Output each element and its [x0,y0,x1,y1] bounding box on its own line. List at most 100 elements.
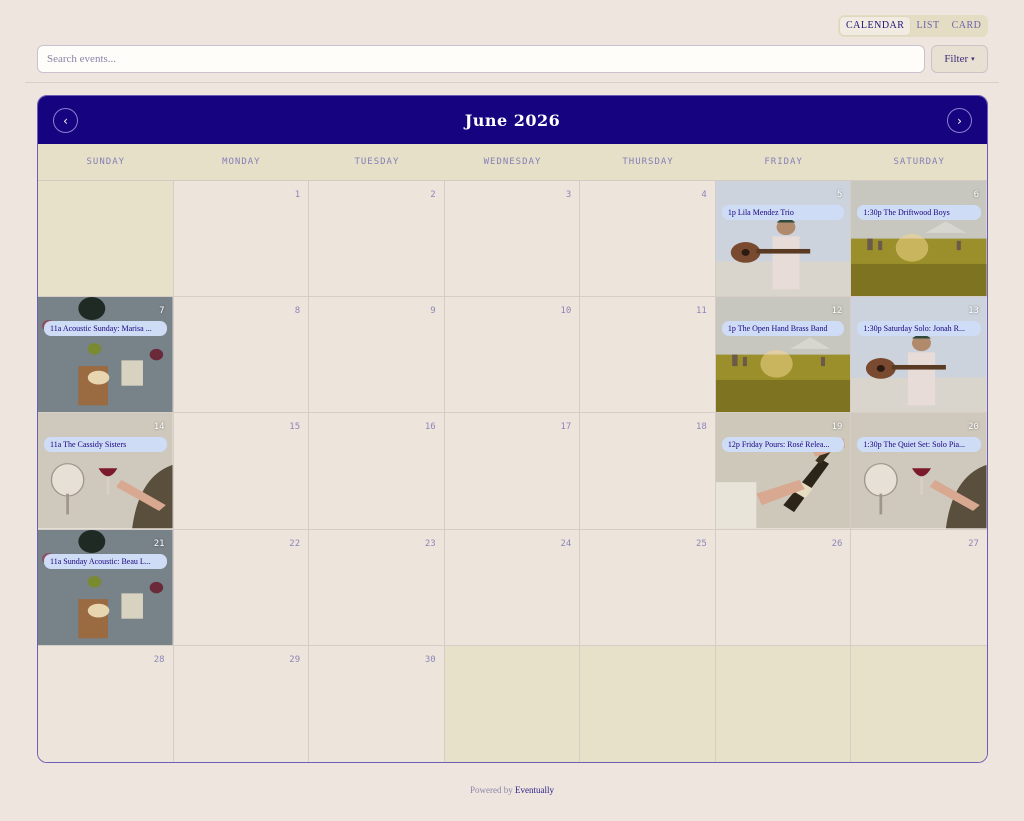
next-month-button[interactable]: › [947,108,972,133]
event-pill[interactable]: 1p Lila Mendez Trio [721,205,845,220]
calendar-day-cell[interactable]: 19 12p Friday Pours: Rosé Relea... [715,413,852,530]
calendar-day-cell[interactable]: 24 [444,529,581,646]
calendar-day-cell[interactable]: 30 [309,645,445,762]
view-toggle-card[interactable]: CARD [946,17,988,35]
day-number: 9 [430,306,436,317]
event-photo [851,297,987,413]
calendar-day-cell[interactable]: 4 [580,181,716,298]
calendar-day-cell[interactable]: 22 [173,529,310,646]
day-number: 13 [968,306,979,317]
calendar-day-cell[interactable]: 7 11a Acoustic Sunday: Marisa ... [38,297,174,414]
calendar-day-cell[interactable]: 9 [309,297,445,414]
day-number: 2 [430,190,436,200]
event-pill[interactable]: 11a Acoustic Sunday: Marisa ... [44,321,167,337]
footer-prefix: Powered by [470,785,513,795]
calendar-day-cell[interactable]: 17 [444,413,581,530]
day-number: 16 [424,422,436,433]
view-toggle-calendar[interactable]: CALENDAR [840,17,911,35]
event-pill[interactable]: 1:30p Saturday Solo: Jonah R... [857,321,981,337]
event-photo [715,413,851,529]
calendar: ‹ June 2026 › SUNDAY MONDAY TUESDAY WEDNESD… [37,95,988,763]
weekday-label: WEDNESDAY [483,157,542,167]
footer: Powered by Eventually [0,785,1024,795]
event-photo [851,413,987,529]
calendar-day-cell[interactable]: 26 [715,529,852,646]
calendar-day-cell[interactable]: 5 1p Lila Mendez Trio [715,181,852,298]
calendar-empty-cell [851,645,987,762]
day-number: 8 [294,306,301,317]
calendar-day-cell[interactable]: 2 [309,181,445,298]
day-number: 5 [837,190,843,200]
footer-brand-link[interactable]: Eventually [515,785,554,795]
calendar-day-cell[interactable]: 25 [580,529,716,646]
filter-label: Filter [944,53,969,65]
event-pill[interactable]: 11a The Cassidy Sisters [44,437,167,453]
day-number: 12 [831,306,843,317]
calendar-day-cell[interactable]: 10 [444,297,581,414]
calendar-day-cell[interactable]: 12 1p The Open Hand Brass Band [715,297,852,414]
calendar-grid: 1 2 3 4 5 1p Lila Mendez Trio 6 1:30p The Drift… [38,181,987,762]
event-photo [38,413,173,529]
calendar-day-cell[interactable]: 27 [851,529,987,646]
calendar-day-cell[interactable]: 14 11a The Cassidy Sisters [38,413,174,530]
day-number: 28 [153,654,165,665]
event-pill[interactable]: 1p The Open Hand Brass Band [721,321,845,337]
weekday-label: SATURDAY [893,157,945,167]
divider [25,82,999,83]
calendar-day-cell[interactable]: 3 [444,181,581,298]
event-pill[interactable]: 1:30p The Quiet Set: Solo Pia... [857,437,981,453]
day-number: 20 [968,422,979,433]
chevron-down-icon: ▾ [971,55,975,63]
day-number: 27 [968,538,979,549]
calendar-day-cell[interactable]: 6 1:30p The Driftwood Boys [851,181,987,298]
event-pill[interactable]: 12p Friday Pours: Rosé Relea... [721,437,845,453]
event-photo [715,297,851,413]
calendar-day-cell[interactable]: 21 11a Sunday Acoustic: Beau L... [38,529,174,646]
view-toggle-list[interactable]: LIST [910,17,945,35]
calendar-day-cell[interactable]: 29 [173,645,310,762]
weekday-label: SUNDAY [86,157,126,167]
calendar-day-cell[interactable]: 20 1:30p The Quiet Set: Solo Pia... [851,413,987,530]
calendar-day-cell[interactable]: 28 [38,645,174,762]
calendar-day-cell[interactable]: 13 1:30p Saturday Solo: Jonah R... [851,297,987,414]
event-pill[interactable]: 1:30p The Driftwood Boys [857,205,981,220]
day-number: 24 [560,538,572,549]
calendar-header: ‹ June 2026 › [38,96,987,144]
calendar-day-cell[interactable]: 15 [173,413,310,530]
day-number: 25 [696,538,707,549]
prev-month-button[interactable]: ‹ [53,108,78,133]
day-number: 14 [153,422,165,433]
calendar-day-cell[interactable]: 18 [580,413,716,530]
day-number: 21 [153,538,165,549]
day-number: 11 [696,306,707,317]
event-photo [851,181,987,297]
calendar-day-cell[interactable]: 11 [580,297,716,414]
calendar-day-cell[interactable]: 23 [309,529,445,646]
weekday-label: THURSDAY [622,157,674,167]
calendar-empty-cell [444,645,581,762]
chevron-left-icon: ‹ [63,113,68,128]
day-number: 7 [159,306,165,317]
calendar-day-cell[interactable]: 16 [309,413,445,530]
chevron-right-icon: › [957,113,962,128]
month-title: June 2026 [464,110,561,130]
day-number: 17 [560,422,572,433]
day-number: 19 [831,422,843,433]
day-number: 10 [560,306,572,317]
event-photo [38,297,173,413]
event-photo [715,181,851,297]
day-number: 23 [424,538,436,549]
calendar-empty-cell [580,645,716,762]
day-number: 6 [973,190,979,200]
event-photo [38,529,173,645]
weekday-label: TUESDAY [354,157,400,167]
day-number: 15 [289,422,301,433]
day-number: 30 [424,654,436,665]
event-pill[interactable]: 11a Sunday Acoustic: Beau L... [44,553,167,569]
calendar-day-cell[interactable]: 8 [173,297,310,414]
day-number: 3 [565,190,572,200]
calendar-day-cell[interactable]: 1 [173,181,310,298]
filter-button[interactable]: Filter ▾ [931,45,988,73]
day-number: 29 [289,654,301,665]
search-input[interactable] [37,45,925,73]
